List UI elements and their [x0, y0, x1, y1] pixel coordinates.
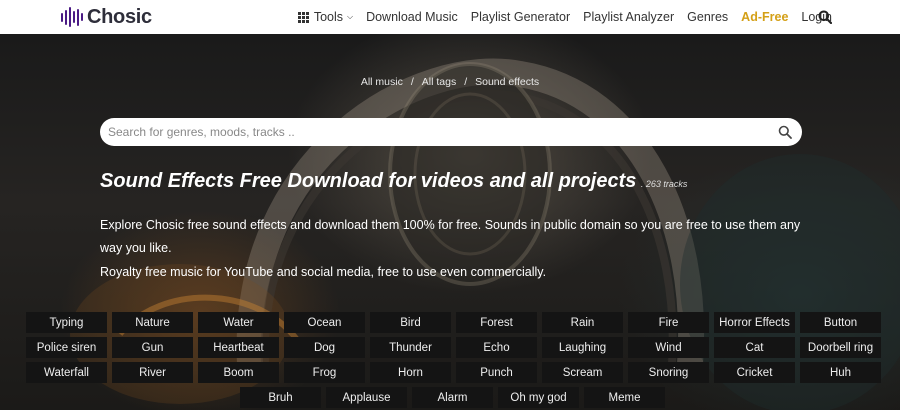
tag-ocean[interactable]: Ocean: [284, 312, 365, 333]
logo-text: Chosic: [87, 6, 152, 28]
tag-button[interactable]: Button: [800, 312, 881, 333]
page-heading: Sound Effects Free Download for videos a…: [100, 170, 687, 193]
hero-section: All music/All tags/Sound effects Sound E…: [0, 34, 900, 410]
tag-dog[interactable]: Dog: [284, 337, 365, 358]
search-input[interactable]: [100, 125, 778, 139]
search-icon[interactable]: [818, 10, 832, 24]
page-title: Sound Effects Free Download for videos a…: [100, 170, 637, 192]
nav-genres[interactable]: Genres: [687, 10, 728, 24]
tag-meme[interactable]: Meme: [584, 387, 665, 408]
tag-bruh[interactable]: Bruh: [240, 387, 321, 408]
tag-frog[interactable]: Frog: [284, 362, 365, 383]
chevron-down-icon: ⌵: [347, 12, 354, 21]
nav-playlist-generator[interactable]: Playlist Generator: [471, 10, 570, 24]
tag-punch[interactable]: Punch: [456, 362, 537, 383]
track-count: . 263 tracks: [640, 179, 688, 189]
tag-thunder[interactable]: Thunder: [370, 337, 451, 358]
nav-download-music[interactable]: Download Music: [366, 10, 458, 24]
tag-alarm[interactable]: Alarm: [412, 387, 493, 408]
logo-bars-icon: [61, 7, 83, 27]
tag-police-siren[interactable]: Police siren: [26, 337, 107, 358]
page-description: Explore Chosic free sound effects and do…: [100, 218, 801, 255]
tag-cricket[interactable]: Cricket: [714, 362, 795, 383]
page-description-secondary: Royalty free music for YouTube and socia…: [100, 265, 547, 279]
nav-tools-label: Tools: [313, 10, 343, 24]
tag-applause[interactable]: Applause: [326, 387, 407, 408]
tag-horn[interactable]: Horn: [370, 362, 451, 383]
tag-gun[interactable]: Gun: [112, 337, 193, 358]
tag-forest[interactable]: Forest: [456, 312, 537, 333]
tag-cat[interactable]: Cat: [714, 337, 795, 358]
grid-icon: [297, 11, 309, 23]
search-bar: [100, 118, 802, 146]
tag-scream[interactable]: Scream: [542, 362, 623, 383]
tag-nature[interactable]: Nature: [112, 312, 193, 333]
tag-horror-effects[interactable]: Horror Effects: [714, 312, 795, 333]
tag-rain[interactable]: Rain: [542, 312, 623, 333]
breadcrumb-current: Sound effects: [475, 76, 540, 88]
main-menu: Tools ⌵ Download Music Playlist Generato…: [297, 0, 832, 34]
tag-echo[interactable]: Echo: [456, 337, 537, 358]
tag-wind[interactable]: Wind: [628, 337, 709, 358]
breadcrumb-all-music[interactable]: All music: [361, 76, 403, 88]
top-navbar: Chosic Tools ⌵ Download Music Playlist G…: [0, 0, 900, 34]
tag-heartbeat[interactable]: Heartbeat: [198, 337, 279, 358]
tag-fire[interactable]: Fire: [628, 312, 709, 333]
tag-oh-my-god[interactable]: Oh my god: [498, 387, 579, 408]
tag-snoring[interactable]: Snoring: [628, 362, 709, 383]
tag-typing[interactable]: Typing: [26, 312, 107, 333]
nav-ad-free[interactable]: Ad-Free: [741, 10, 788, 24]
tag-boom[interactable]: Boom: [198, 362, 279, 383]
tag-river[interactable]: River: [112, 362, 193, 383]
tag-waterfall[interactable]: Waterfall: [26, 362, 107, 383]
tag-water[interactable]: Water: [198, 312, 279, 333]
search-icon[interactable]: [778, 125, 792, 139]
tag-bird[interactable]: Bird: [370, 312, 451, 333]
tag-doorbell-ring[interactable]: Doorbell ring: [800, 337, 881, 358]
nav-playlist-analyzer[interactable]: Playlist Analyzer: [583, 10, 674, 24]
tag-laughing[interactable]: Laughing: [542, 337, 623, 358]
breadcrumb: All music / All tags / Sound effects: [360, 76, 540, 88]
tag-huh[interactable]: Huh: [800, 362, 881, 383]
nav-tools[interactable]: Tools ⌵: [297, 10, 354, 24]
site-logo[interactable]: Chosic: [61, 7, 152, 27]
breadcrumb-all-tags[interactable]: All tags: [422, 76, 456, 88]
